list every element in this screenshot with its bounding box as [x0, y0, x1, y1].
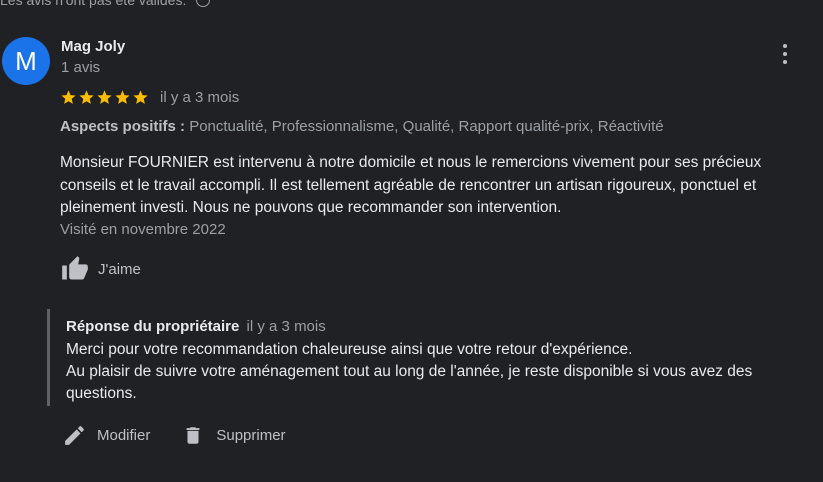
rating-row: il y a 3 mois: [60, 86, 239, 108]
reply-author: Réponse du propriétaire: [66, 318, 240, 335]
positive-aspects: Aspects positifs : Ponctualité, Professi…: [60, 118, 664, 135]
like-label: J'aime: [98, 260, 141, 278]
star-icon: [61, 89, 76, 104]
thumb-up-icon: [62, 256, 88, 280]
author-review-count: 1 avis: [61, 59, 101, 76]
star-icon: [133, 89, 148, 104]
visited-date: Visité en novembre 2022: [60, 221, 226, 238]
reply-text-line: Au plaisir de suivre votre aménagement t…: [66, 363, 753, 402]
owner-reply: Réponse du propriétaire il y a 3 mois Me…: [47, 309, 800, 406]
header-note: Les avis n'ont pas été validés.: [0, 0, 211, 10]
star-rating: [60, 89, 149, 106]
delete-label: Supprimer: [216, 426, 286, 444]
reply-actions: Modifier Supprimer: [62, 420, 286, 450]
more-vert-icon-dot: [783, 44, 787, 48]
more-vert-icon-dot: [783, 60, 787, 64]
pencil-icon: [65, 425, 84, 445]
delete-button[interactable]: Supprimer: [182, 423, 286, 448]
review-text: Monsieur FOURNIER est intervenu à notre …: [60, 154, 762, 216]
reply-text: Merci pour votre recommandation chaleure…: [66, 339, 796, 405]
aspects-values: Ponctualité, Professionnalisme, Qualité,…: [189, 118, 664, 135]
star-icon: [97, 89, 112, 104]
edit-label: Modifier: [97, 426, 151, 444]
reply-text-line: Merci pour votre recommandation chaleure…: [66, 341, 633, 358]
author-name[interactable]: Mag Joly: [61, 38, 125, 55]
reply-date: il y a 3 mois: [246, 318, 326, 335]
edit-button[interactable]: Modifier: [62, 423, 150, 448]
more-options-button[interactable]: [773, 40, 797, 68]
header-note-text: Les avis n'ont pas été validés.: [0, 0, 187, 8]
review-page: Les avis n'ont pas été validés. M Mag Jo…: [0, 0, 823, 482]
more-vert-icon-dot: [783, 52, 787, 56]
like-button[interactable]: J'aime: [60, 254, 141, 284]
review-date: il y a 3 mois: [160, 88, 240, 106]
avatar-initial: M: [15, 45, 37, 76]
aspects-label: Aspects positifs :: [60, 118, 186, 135]
avatar[interactable]: M: [2, 37, 50, 85]
reply-header: Réponse du propriétaire il y a 3 mois: [66, 318, 326, 335]
info-icon[interactable]: [196, 0, 211, 7]
star-icon: [79, 89, 94, 104]
trash-icon: [186, 426, 200, 444]
star-icon: [115, 89, 130, 104]
